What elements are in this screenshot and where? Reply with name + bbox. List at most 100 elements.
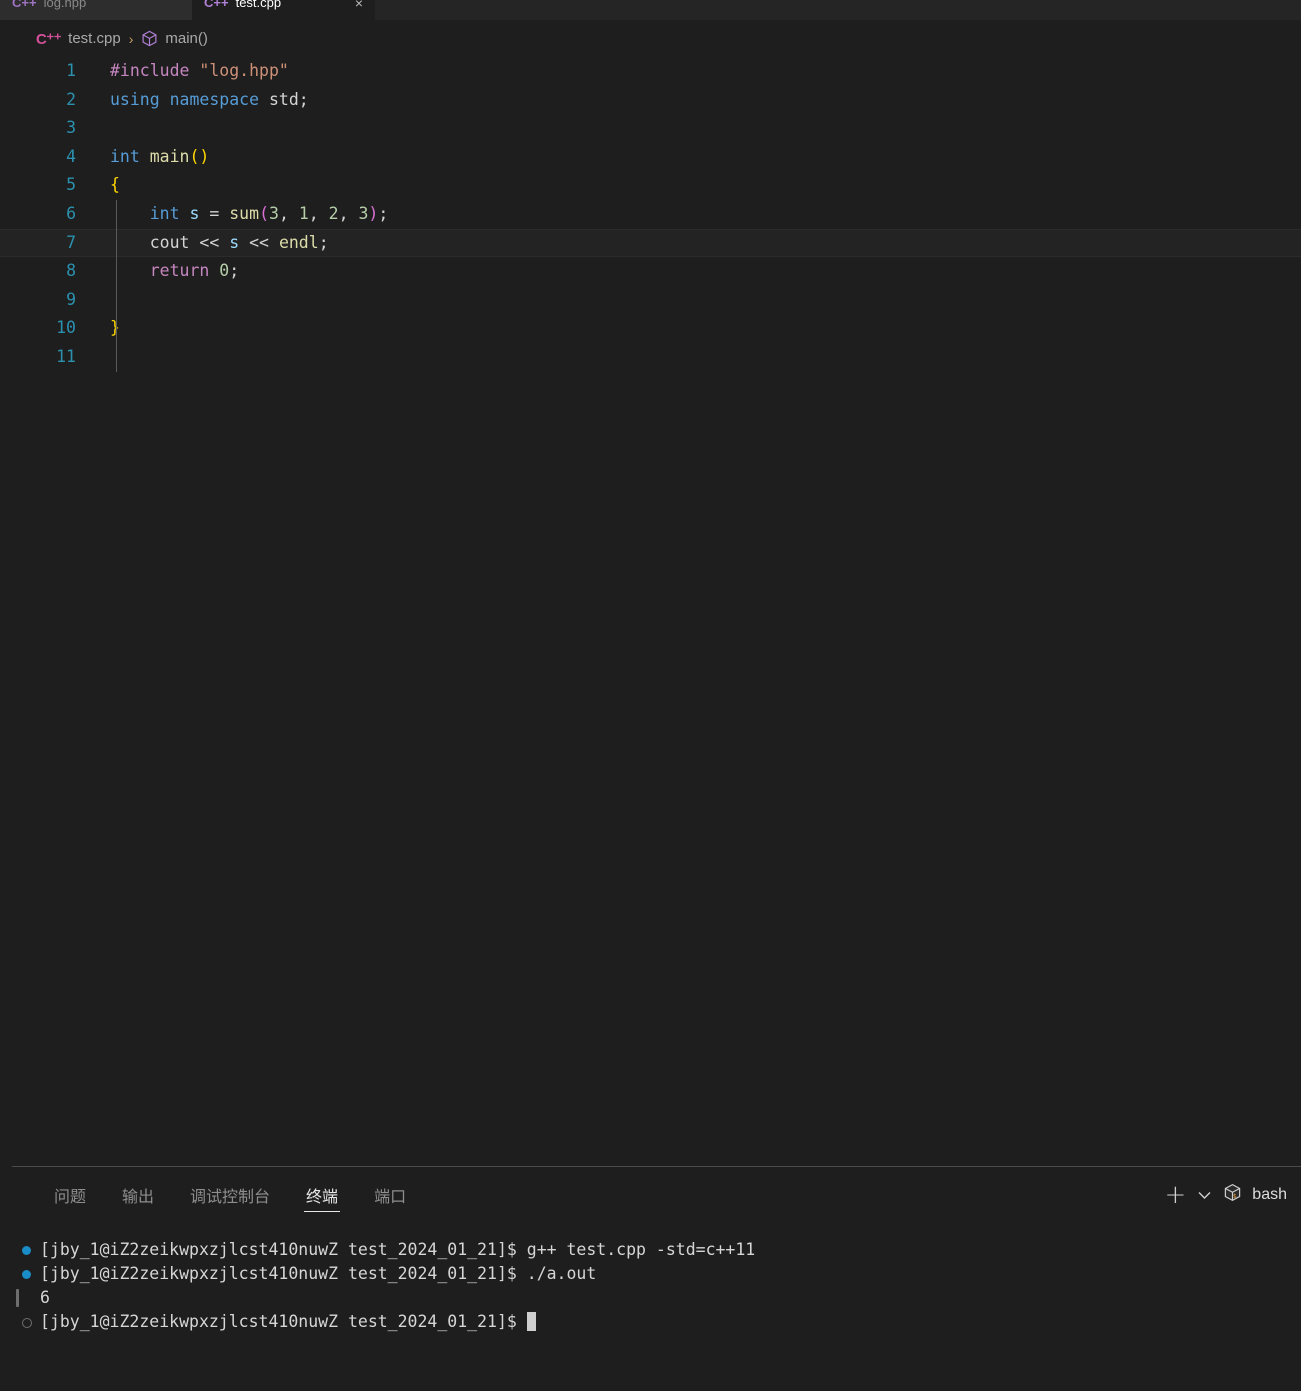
code-token: << [239,232,279,252]
editor-tab-label: log.hpp [43,0,87,10]
editor-tab-bar: C++ log.hpp C++ test.cpp × [0,0,1301,20]
code-token: , [308,203,329,223]
code-token: = [199,203,230,223]
code-line[interactable]: 7 cout << s << endl; [0,228,1301,258]
code-token: sum [229,203,260,223]
code-line[interactable]: 6 int s = sum(3, 1, 2, 3); [0,200,1301,229]
code-token: namespace [169,89,260,109]
command-pending-icon [22,1318,32,1328]
code-token: 3 [269,203,279,223]
code-token: using [110,89,160,109]
code-line[interactable]: 11 [0,343,1301,372]
code-line[interactable]: 4 int main() [0,143,1301,172]
terminal-output[interactable]: [jby_1@iZ2zeikwpxzjlcst410nuwZ test_2024… [0,1238,1301,1391]
line-content: { [110,171,120,200]
code-token: "log.hpp" [199,61,289,80]
line-number: 10 [56,318,76,338]
indent-guide [116,200,117,372]
terminal-line: [jby_1@iZ2zeikwpxzjlcst410nuwZ test_2024… [0,1238,1301,1262]
code-token: 3 [358,203,369,223]
code-token: s [229,232,240,252]
code-lines: 1 #include "log.hpp" 2 using namespace std;… [0,57,1301,372]
editor-tab-test-cpp[interactable]: C++ test.cpp × [192,0,375,20]
code-editor[interactable]: 1 #include "log.hpp" 2 using namespace std;… [0,57,1301,1166]
code-token: , [338,203,359,223]
code-line[interactable]: 8 return 0; [0,257,1301,286]
output-marker-icon [16,1289,19,1307]
shell-label: bash [1252,1186,1287,1203]
line-content: cout << s << endl; [110,229,329,258]
command-success-icon [22,1270,31,1279]
breadcrumb-file[interactable]: test.cpp [68,30,121,47]
line-number: 11 [56,346,76,366]
code-token: ; [229,261,240,281]
code-token: endl [278,232,319,252]
terminal-text: [jby_1@iZ2zeikwpxzjlcst410nuwZ test_2024… [40,1240,756,1259]
close-icon[interactable]: × [355,0,363,10]
breadcrumb: C⁺⁺ test.cpp › main() [0,20,1301,57]
terminal-text: [jby_1@iZ2zeikwpxzjlcst410nuwZ test_2024… [40,1264,597,1283]
cpp-file-icon: C⁺⁺ [36,30,62,48]
terminal-text: 6 [40,1288,50,1307]
panel-tab-debug-console[interactable]: 调试控制台 [172,1167,288,1223]
code-token: std [268,89,299,109]
cpp-source-file-icon: C++ [204,0,229,10]
code-token: << [189,232,230,252]
editor-tab-label: test.cpp [235,0,282,10]
terminal-line: [jby_1@iZ2zeikwpxzjlcst410nuwZ test_2024… [0,1310,1301,1334]
line-number: 7 [66,232,76,252]
code-token: int [149,203,180,223]
tab-bar-empty-space [375,0,1301,20]
line-number: 2 [66,89,76,109]
breadcrumb-symbol[interactable]: main() [165,30,208,47]
panel-tab-ports[interactable]: 端口 [356,1167,424,1223]
terminal-line: [jby_1@iZ2zeikwpxzjlcst410nuwZ test_2024… [0,1262,1301,1286]
panel-actions: + $ bash [1165,1182,1288,1208]
cube-icon [141,30,158,47]
line-number: 4 [66,146,76,166]
code-line[interactable]: 9 [0,286,1301,315]
plus-icon[interactable]: + [1165,1182,1187,1208]
code-token: ; [298,89,309,109]
line-content: int s = sum(3, 1, 2, 3); [110,200,389,229]
terminal-line: 6 [0,1286,1301,1310]
code-token: ; [378,203,389,223]
panel-tab-output[interactable]: 输出 [104,1167,172,1223]
code-token: ) [368,203,379,223]
code-token: s [189,203,200,223]
code-line[interactable]: 3 [0,114,1301,143]
active-shell-indicator[interactable]: $ bash [1223,1183,1287,1207]
code-token: 2 [328,203,339,223]
line-number: 9 [66,289,76,309]
line-content: } [110,314,120,343]
code-line[interactable]: 10} [0,314,1301,343]
panel-tab-problems[interactable]: 问题 [36,1167,104,1223]
code-token: main [149,146,190,166]
code-token: { [110,175,120,195]
command-success-icon [22,1246,31,1255]
code-line[interactable]: 5{ [0,171,1301,200]
cpp-header-file-icon: C++ [12,0,37,10]
code-token: , [278,203,299,223]
line-number: 6 [66,203,76,223]
line-content: return 0; [110,257,239,286]
line-number: 3 [66,118,76,138]
panel-tab-terminal[interactable]: 终端 [288,1167,356,1223]
code-token: #include [110,61,200,80]
line-content: int main() [110,143,209,172]
panel-header: 问题 输出 调试控制台 终端 端口 + $ bash [0,1167,1301,1223]
chevron-down-icon[interactable] [1198,1188,1211,1203]
terminal-cube-icon: $ [1223,1183,1242,1207]
line-number: 5 [66,175,76,195]
code-token: } [110,318,120,338]
code-line[interactable]: 1 #include "log.hpp" [0,57,1301,86]
chevron-right-icon: › [128,30,134,47]
editor-tab-log-hpp[interactable]: C++ log.hpp [0,0,192,20]
code-line[interactable]: 2 using namespace std; [0,86,1301,115]
line-number: 1 [66,61,76,80]
